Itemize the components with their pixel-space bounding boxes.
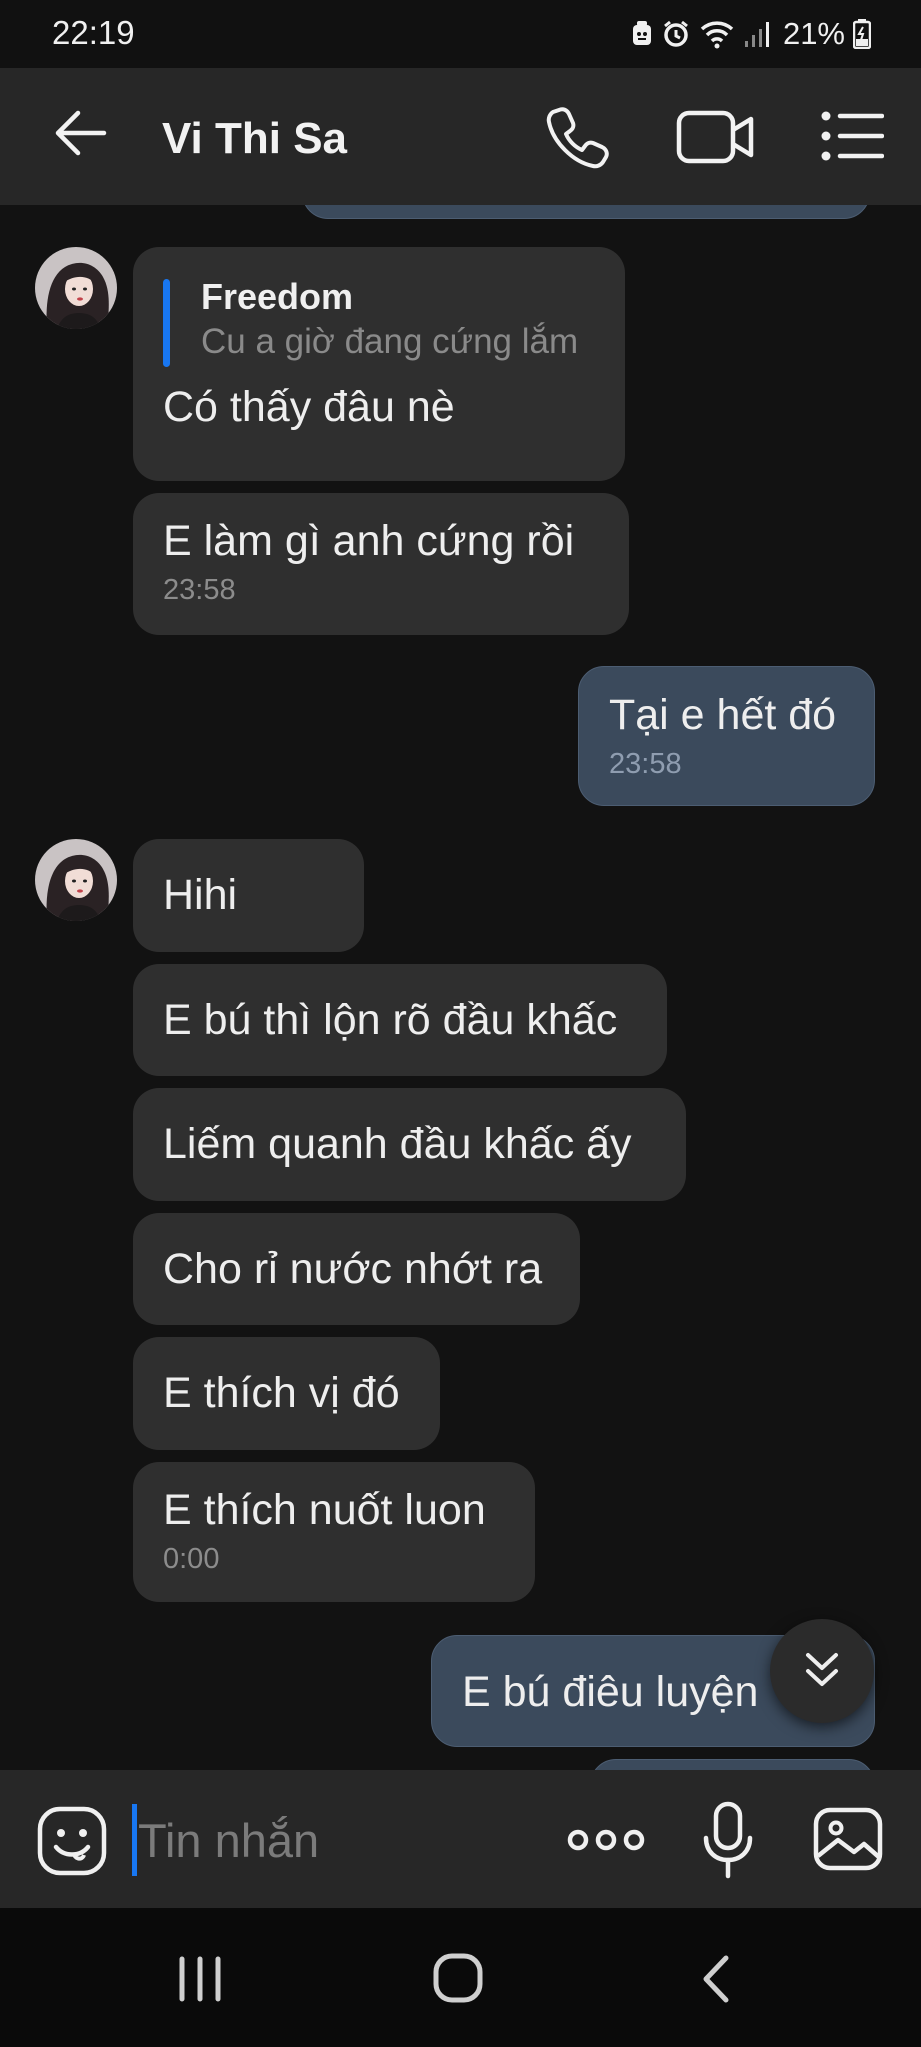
wifi-icon <box>699 19 735 49</box>
message-text: E thích nuốt luon <box>163 1486 486 1534</box>
contact-avatar[interactable] <box>35 247 117 329</box>
status-icons: 21% <box>631 16 871 52</box>
more-options-icon[interactable] <box>566 1822 646 1858</box>
message-text: E thích vị đó <box>163 1369 400 1417</box>
message-text: Tại e hết đó <box>609 691 837 739</box>
message-text: Liếm quanh đầu khấc ấy <box>163 1120 632 1168</box>
menu-list-icon[interactable] <box>820 108 885 164</box>
message-time: 23:58 <box>163 574 236 606</box>
emoji-icon[interactable] <box>36 1805 108 1877</box>
message-time: 0:00 <box>163 1543 220 1575</box>
chat-header: Vi Thi Sa <box>0 68 921 205</box>
system-nav-bar <box>0 1908 921 2047</box>
message-bubble-partial <box>590 1759 875 1770</box>
message-bubble-incoming[interactable]: E thích nuốt luon 0:00 <box>133 1462 535 1602</box>
message-bubble-outgoing[interactable]: Tại e hết đó 23:58 <box>578 666 875 806</box>
back-arrow-icon[interactable] <box>52 105 108 161</box>
back-nav-icon[interactable] <box>698 1954 734 2004</box>
message-bubble-incoming[interactable]: E bú thì lộn rõ đầu khấc <box>133 964 667 1076</box>
status-time: 22:19 <box>52 14 135 51</box>
gallery-icon[interactable] <box>812 1806 884 1872</box>
quote-indicator <box>163 279 170 367</box>
message-bubble-partial <box>302 205 870 219</box>
message-bubble-incoming[interactable]: E thích vị đó <box>133 1337 440 1450</box>
quote-text: Cu a giờ đang cứng lắm <box>201 322 579 361</box>
message-text: E làm gì anh cứng rồi <box>163 517 575 565</box>
text-cursor <box>132 1804 137 1876</box>
message-bubble-incoming[interactable]: Freedom Cu a giờ đang cứng lắm Có thấy đ… <box>133 247 625 481</box>
microphone-icon[interactable] <box>700 1800 756 1880</box>
phone-icon[interactable] <box>545 104 611 170</box>
status-bar: 22:19 21% <box>0 0 921 68</box>
recent-apps-icon[interactable] <box>176 1956 224 2002</box>
contact-name[interactable]: Vi Thi Sa <box>162 114 347 164</box>
message-text: Có thấy đâu nè <box>163 383 455 431</box>
message-text: E bú thì lộn rõ đầu khấc <box>163 996 618 1044</box>
message-input[interactable] <box>138 1804 538 1876</box>
message-bubble-incoming[interactable]: E làm gì anh cứng rồi 23:58 <box>133 493 629 635</box>
scroll-to-bottom-button[interactable] <box>770 1619 874 1723</box>
alarm-icon <box>661 19 691 49</box>
message-list[interactable]: Freedom Cu a giờ đang cứng lắm Có thấy đ… <box>0 205 921 1770</box>
double-chevron-down-icon <box>806 1653 838 1686</box>
message-bubble-incoming[interactable]: Cho rỉ nước nhớt ra <box>133 1213 580 1325</box>
home-icon[interactable] <box>432 1952 484 2004</box>
video-camera-icon[interactable] <box>676 108 756 166</box>
notification-icon <box>631 20 653 48</box>
signal-icon <box>743 19 771 49</box>
message-bubble-incoming[interactable]: Hihi <box>133 839 364 952</box>
quote-author: Freedom <box>201 276 354 317</box>
battery-percent: 21% <box>782 16 845 51</box>
message-text: Cho rỉ nước nhớt ra <box>163 1245 543 1293</box>
quoted-reply[interactable]: Freedom Cu a giờ đang cứng lắm <box>163 275 595 367</box>
message-bubble-incoming[interactable]: Liếm quanh đầu khấc ấy <box>133 1088 686 1201</box>
message-time: 23:58 <box>609 748 682 780</box>
composer-bar <box>0 1770 921 1908</box>
message-text: Hihi <box>163 871 238 919</box>
contact-avatar[interactable] <box>35 839 117 921</box>
battery-icon <box>853 19 871 49</box>
